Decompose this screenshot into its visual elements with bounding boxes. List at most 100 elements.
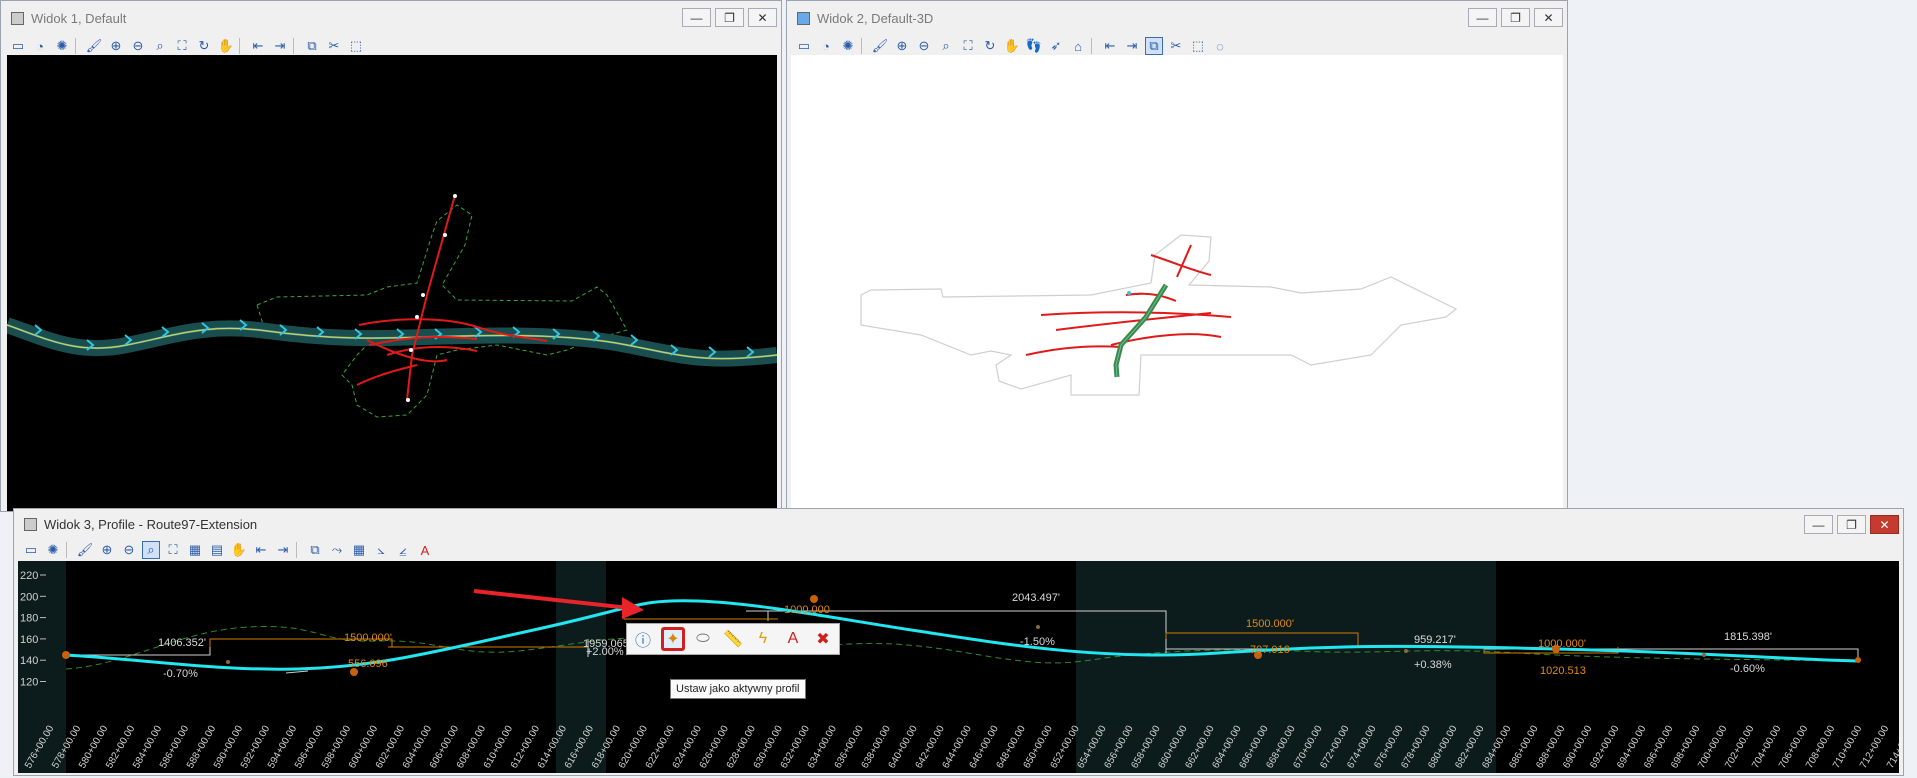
window-area-icon[interactable]: ⌕ [937, 37, 955, 55]
window-area-icon[interactable]: ⌕ [151, 37, 169, 55]
view1-titlebar[interactable]: Widok 1, Default — ❐ ✕ [1, 1, 781, 35]
clip-mask-icon[interactable]: ⬚ [347, 37, 365, 55]
separator [296, 542, 302, 558]
update-view-icon[interactable]: 🖌 [85, 37, 103, 55]
levels-icon[interactable]: ◔ [817, 37, 835, 55]
profile-analysis-icon[interactable]: ⦤ [394, 541, 412, 559]
profile-element-icon[interactable]: ⤳ [328, 541, 346, 559]
plan-view-graphic [7, 194, 777, 418]
restore-button[interactable]: ❐ [1501, 8, 1530, 27]
separator [1091, 38, 1097, 54]
info-icon[interactable]: ⓘ [631, 627, 655, 651]
pan-icon[interactable]: ✋ [230, 541, 248, 559]
fit-view-icon[interactable]: ⛶ [173, 37, 191, 55]
rotate-view-icon[interactable]: ↻ [195, 37, 213, 55]
pan-icon[interactable]: ✋ [217, 37, 235, 55]
y-tick-label: 220 [20, 570, 38, 582]
zoom-in-icon[interactable]: ⊕ [893, 37, 911, 55]
profile-label: -0.60% [1730, 663, 1765, 675]
grid-icon[interactable]: ▦ [186, 541, 204, 559]
clip-volume-icon[interactable]: ✂ [325, 37, 343, 55]
view1-window: Widok 1, Default — ❐ ✕ ▭ ◔ ✺ 🖌 ⊕ ⊖ ⌕ ⛶ ↻… [0, 0, 782, 512]
separator [861, 38, 867, 54]
fit-view-icon[interactable]: ⛶ [959, 37, 977, 55]
view-attributes-icon[interactable]: ▭ [9, 37, 27, 55]
view-next-icon[interactable]: ⇥ [271, 37, 289, 55]
minimize-button[interactable]: — [1804, 515, 1833, 534]
profile-label: 1500.000' [1246, 618, 1294, 630]
restore-button[interactable]: ❐ [715, 8, 744, 27]
copy-view-icon[interactable]: ⧉ [1145, 37, 1163, 55]
levels-icon[interactable]: ◔ [31, 37, 49, 55]
view-attributes-icon[interactable]: ▭ [22, 541, 40, 559]
profile-canvas[interactable]: 220 200 180 160 140 120 1406.352' -0.70%… [18, 561, 1899, 773]
display-style-icon[interactable]: ✺ [53, 37, 71, 55]
zoom-out-icon[interactable]: ⊖ [120, 541, 138, 559]
window-icon [797, 11, 810, 25]
display-style-icon[interactable]: ✺ [44, 541, 62, 559]
lightning-icon[interactable]: ϟ [751, 627, 775, 651]
clip-front-icon[interactable]: ◌ [1211, 37, 1229, 55]
zoom-in-icon[interactable]: ⊕ [98, 541, 116, 559]
eraser-icon[interactable]: ⬭ [691, 627, 715, 651]
profile-label: 2043.497' [1012, 592, 1060, 604]
text-a-icon[interactable]: A [416, 541, 434, 559]
view3-titlebar[interactable]: Widok 3, Profile - Route97-Extension — ❐… [14, 509, 1903, 539]
profile-label: 1500.000' [344, 632, 392, 644]
update-view-icon[interactable]: 🖌 [871, 37, 889, 55]
y-tick-label: 140 [20, 655, 38, 667]
walk-icon[interactable]: 👣 [1025, 37, 1043, 55]
close-button[interactable]: ✕ [1534, 8, 1563, 27]
close-button[interactable]: ✕ [1870, 515, 1899, 534]
view-previous-icon[interactable]: ⇤ [252, 541, 270, 559]
profile-label: 1406.352' [158, 637, 206, 649]
close-button[interactable]: ✕ [748, 8, 777, 27]
update-view-icon[interactable]: 🖌 [76, 541, 94, 559]
display-style-icon[interactable]: ✺ [839, 37, 857, 55]
separator [66, 542, 72, 558]
calculator-icon[interactable]: ▤ [208, 541, 226, 559]
pan-icon[interactable]: ✋ [1003, 37, 1021, 55]
delete-x-icon[interactable]: ✖ [811, 627, 835, 651]
restore-button[interactable]: ❐ [1837, 515, 1866, 534]
profile-label: 556.096 [348, 658, 388, 670]
profile-label: +0.38% [1414, 659, 1452, 671]
camera-icon[interactable]: ⌂ [1069, 37, 1087, 55]
view3-title: Widok 3, Profile - Route97-Extension [44, 516, 258, 532]
text-a-icon[interactable]: A [781, 627, 805, 651]
copy-view-icon[interactable]: ⧉ [303, 37, 321, 55]
ruler-icon[interactable]: 📏 [721, 627, 745, 651]
fly-icon[interactable]: ➶ [1047, 37, 1065, 55]
view-previous-icon[interactable]: ⇤ [1101, 37, 1119, 55]
3d-view-graphic [860, 234, 1458, 396]
window-icon [11, 11, 24, 25]
view-previous-icon[interactable]: ⇤ [249, 37, 267, 55]
separator [75, 38, 81, 54]
clip-volume-icon[interactable]: ✂ [1167, 37, 1185, 55]
view-next-icon[interactable]: ⇥ [274, 541, 292, 559]
profile-graph-icon[interactable]: ⦣ [372, 541, 390, 559]
view1-title: Widok 1, Default [31, 10, 127, 26]
profile-label: 1020.513 [1540, 665, 1586, 677]
rotate-view-icon[interactable]: ↻ [981, 37, 999, 55]
clip-mask-icon[interactable]: ⬚ [1189, 37, 1207, 55]
view2-titlebar[interactable]: Widok 2, Default-3D — ❐ ✕ [787, 1, 1567, 35]
fit-view-icon[interactable]: ⛶ [164, 541, 182, 559]
view1-canvas[interactable] [7, 55, 777, 511]
view-attributes-icon[interactable]: ▭ [795, 37, 813, 55]
minimize-button[interactable]: — [682, 8, 711, 27]
view2-canvas[interactable] [791, 55, 1563, 511]
zoom-in-icon[interactable]: ⊕ [107, 37, 125, 55]
minimize-button[interactable]: — [1468, 8, 1497, 27]
profile-label: 1000.000 [784, 604, 830, 616]
view-next-icon[interactable]: ⇥ [1123, 37, 1141, 55]
profile-graphic: 220200180160140120 1406.352' -0.70% 1959… [18, 561, 1899, 773]
profile-label: 1815.398' [1724, 631, 1772, 643]
zoom-out-icon[interactable]: ⊖ [129, 37, 147, 55]
zoom-out-icon[interactable]: ⊖ [915, 37, 933, 55]
profile-label: +2.00% [586, 646, 624, 658]
copy-view-icon[interactable]: ⧉ [306, 541, 324, 559]
window-area-icon[interactable]: ⌕ [142, 541, 160, 559]
set-active-profile-icon[interactable]: ✦ [661, 627, 685, 651]
table-icon[interactable]: ▦ [350, 541, 368, 559]
